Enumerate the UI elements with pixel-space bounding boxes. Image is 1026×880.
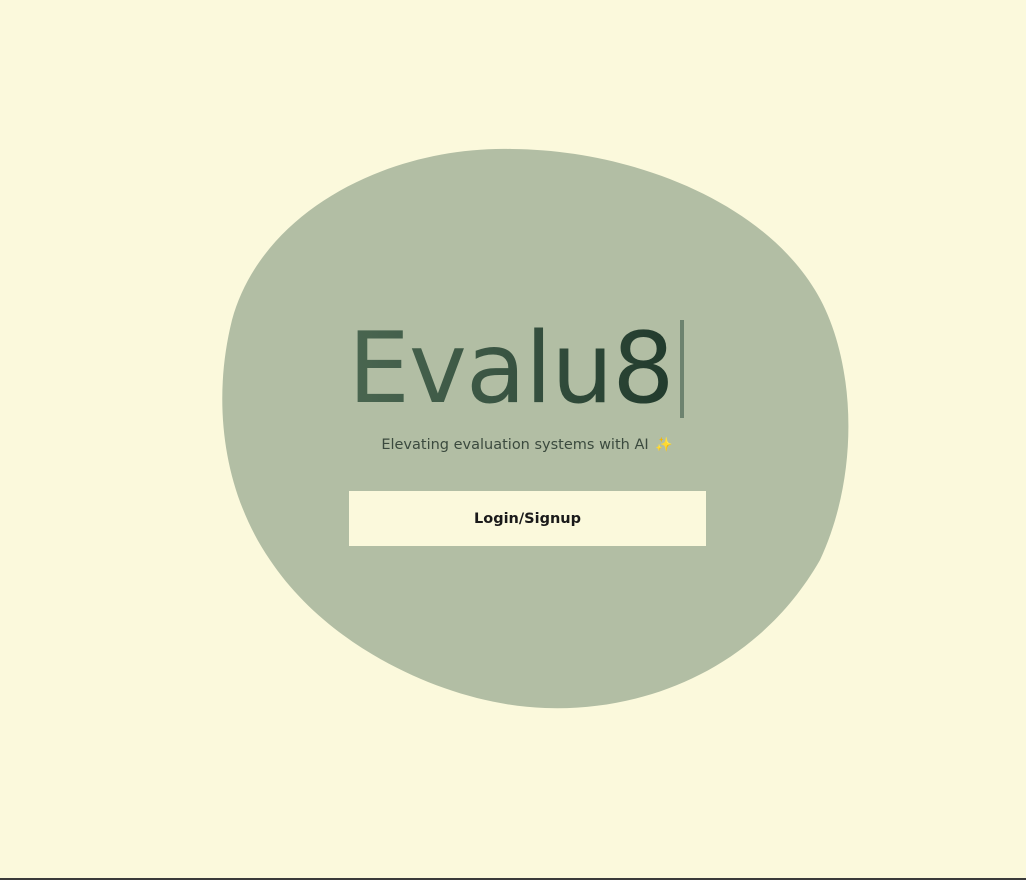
tagline-text: Elevating evaluation systems with AI (381, 437, 649, 453)
tagline: Elevating evaluation systems with AI ✨ (0, 437, 1026, 453)
app-title: Evalu8 (348, 312, 675, 426)
login-signup-button[interactable]: Login/Signup (349, 491, 706, 546)
hero-section: Evalu8 Elevating evaluation systems with… (0, 0, 1026, 880)
login-signup-label: Login/Signup (474, 510, 581, 527)
title-row: Evalu8 (348, 314, 684, 424)
text-caret (679, 320, 684, 418)
sparkles-icon: ✨ (655, 437, 673, 453)
